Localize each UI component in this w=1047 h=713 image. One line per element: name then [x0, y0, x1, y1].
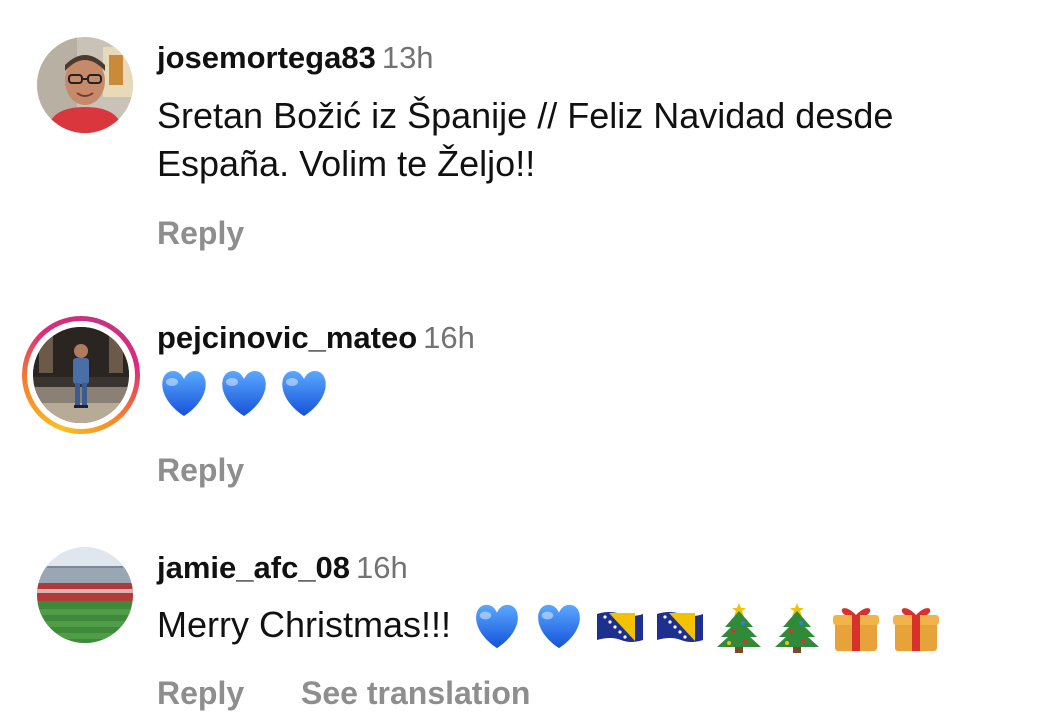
emoji-row: [157, 369, 331, 419]
username[interactable]: josemortega83: [157, 40, 376, 75]
reply-button[interactable]: Reply: [157, 213, 244, 253]
emoji-row: [471, 601, 941, 654]
wrapped-gift-icon: [893, 608, 940, 652]
username[interactable]: pejcinovic_mateo: [157, 320, 417, 355]
blue-heart-icon: [282, 371, 326, 417]
comment-text: Sretan Božić iz Španije // Feliz Navidad…: [157, 92, 1037, 188]
blue-heart-icon: [222, 371, 266, 417]
username[interactable]: jamie_afc_08: [157, 550, 350, 585]
timestamp: 16h: [423, 320, 475, 355]
comment-item: pejcinovic_mateo 16h Reply: [0, 290, 1047, 525]
avatar-photo: [33, 327, 129, 423]
wrapped-gift-icon: [833, 608, 880, 652]
bosnia-flag-icon: [597, 612, 644, 643]
comment-text-line: España. Volim te Željo!!: [157, 143, 536, 184]
reply-button[interactable]: Reply: [157, 450, 244, 490]
avatar-photo: [37, 37, 133, 133]
avatar-photo: [37, 547, 133, 643]
timestamp: 16h: [356, 550, 408, 585]
avatar: [33, 327, 129, 423]
blue-heart-icon: [476, 605, 518, 649]
comment-item: jamie_afc_08 16h Merry Christmas!!! Repl…: [0, 525, 1047, 711]
comment-text-line: Sretan Božić iz Španije // Feliz Navidad…: [157, 95, 894, 136]
blue-heart-icon: [538, 605, 580, 649]
comment-header: pejcinovic_mateo 16h: [157, 318, 475, 358]
comment-actions: Reply: [157, 213, 244, 253]
avatar[interactable]: [37, 37, 133, 133]
christmas-tree-icon: [717, 603, 762, 654]
blue-heart-icon: [162, 371, 206, 417]
comment-actions: Reply: [157, 450, 244, 490]
bosnia-flag-icon: [657, 612, 704, 643]
christmas-tree-icon: [775, 603, 820, 654]
comment-text-content: Merry Christmas!!!: [157, 604, 452, 645]
avatar[interactable]: [37, 547, 133, 643]
comment-text: Merry Christmas!!!: [157, 601, 1037, 654]
reply-button[interactable]: Reply: [157, 673, 244, 713]
comment-header: josemortega83 13h: [157, 38, 434, 78]
see-translation-button[interactable]: See translation: [301, 673, 530, 713]
comment-item: josemortega83 13h Sretan Božić iz Španije…: [0, 0, 1047, 290]
timestamp: 13h: [381, 40, 434, 75]
story-ring[interactable]: [22, 316, 140, 434]
comment-actions: Reply See translation: [157, 673, 530, 713]
comment-header: jamie_afc_08 16h: [157, 548, 408, 588]
comment-text: [157, 368, 1037, 419]
